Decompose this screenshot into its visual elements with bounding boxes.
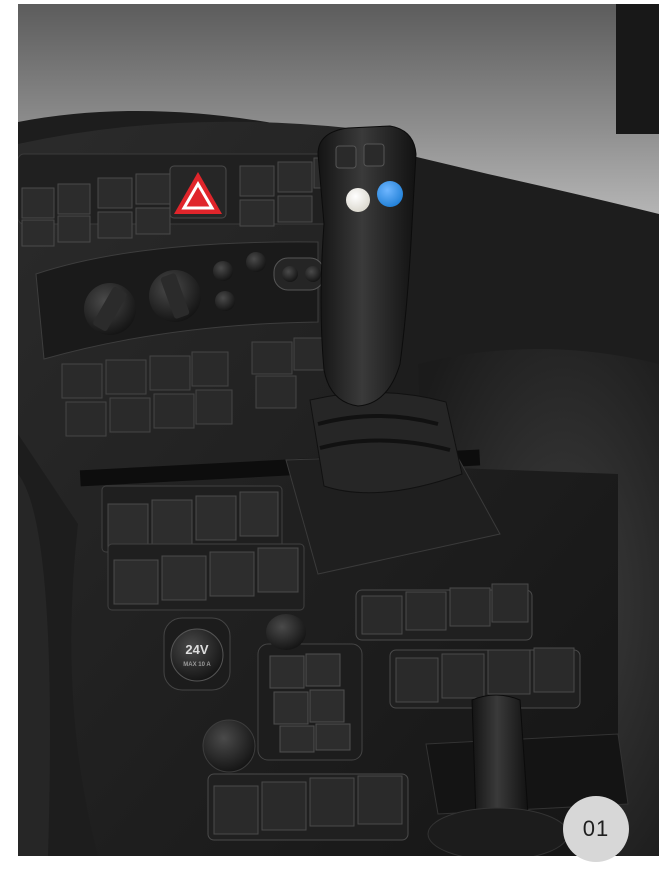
switch-block-lower: [107, 543, 305, 611]
power-socket-icon[interactable]: 24V MAX 10 A: [163, 617, 231, 691]
socket-sublabel: MAX 10 A: [183, 662, 211, 668]
rocker-switch-bank-right-upper: [355, 583, 533, 641]
figure-number-badge: 01: [563, 796, 629, 862]
air-button-1[interactable]: [213, 261, 233, 281]
cab-console-photo: 24V MAX 10 A: [18, 4, 659, 856]
rotary-knob[interactable]: [266, 614, 306, 650]
console-illustration: 24V MAX 10 A: [18, 4, 659, 856]
air-button-3[interactable]: [215, 291, 235, 311]
joystick-white-button[interactable]: [346, 188, 370, 212]
switch-block-upper: [101, 485, 283, 553]
window-pillar: [616, 4, 659, 134]
figure-frame: 24V MAX 10 A 01: [0, 0, 659, 881]
socket-label: 24V: [185, 642, 208, 657]
air-button-2[interactable]: [246, 252, 266, 272]
rocker-switch-bank-bottom: [207, 773, 409, 841]
hazard-warning-icon[interactable]: [169, 165, 227, 219]
round-button[interactable]: [202, 719, 256, 773]
joystick-blue-button[interactable]: [377, 181, 403, 207]
